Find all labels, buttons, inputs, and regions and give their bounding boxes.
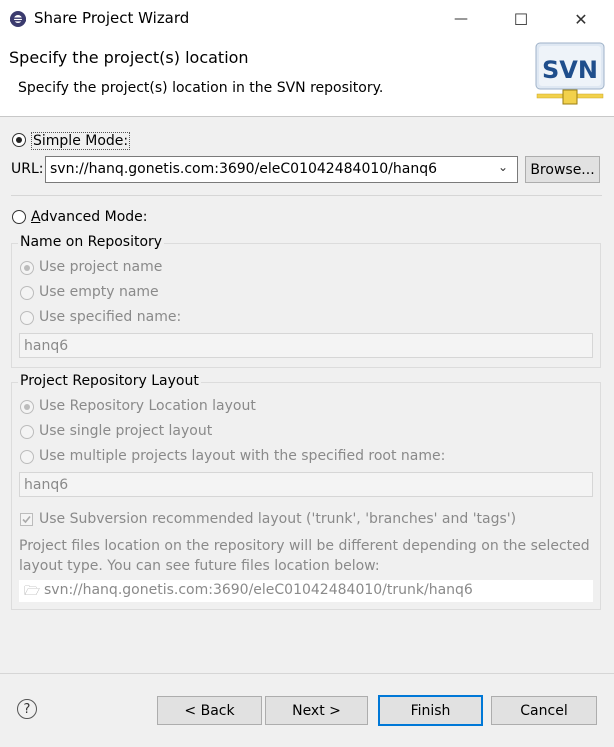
use-specified-name-radio[interactable] — [20, 311, 34, 325]
finish-button[interactable]: Finish — [378, 695, 483, 726]
eclipse-app-icon — [9, 10, 27, 28]
use-project-name-label[interactable]: Use project name — [39, 259, 162, 275]
next-button-label: Next > — [292, 702, 341, 719]
wizard-header: Specify the project(s) location Specify … — [0, 38, 614, 117]
minimize-button[interactable]: — — [438, 0, 484, 38]
simple-mode-radio[interactable] — [12, 133, 26, 147]
maximize-button[interactable]: ☐ — [498, 0, 544, 38]
use-single-project-label[interactable]: Use single project layout — [39, 423, 212, 439]
use-project-name-radio[interactable] — [20, 261, 34, 275]
browse-button[interactable]: Browse... — [525, 156, 600, 183]
window-title: Share Project Wizard — [34, 9, 190, 27]
minimize-icon: — — [454, 11, 468, 27]
specified-name-field[interactable]: hanq6 — [19, 333, 593, 358]
url-combobox[interactable]: svn://hanq.gonetis.com:3690/eleC01042484… — [45, 156, 518, 183]
repository-layout-title: Project Repository Layout — [18, 373, 201, 389]
use-single-project-radio[interactable] — [20, 425, 34, 439]
help-icon[interactable]: ? — [17, 699, 37, 719]
root-name-value: hanq6 — [24, 477, 69, 493]
name-on-repository-title: Name on Repository — [18, 234, 165, 250]
close-button[interactable]: ✕ — [558, 0, 604, 38]
subversion-layout-checkbox[interactable] — [20, 513, 33, 526]
use-repository-location-label[interactable]: Use Repository Location layout — [39, 398, 256, 414]
advanced-mode-label[interactable]: Advanced Mode: — [31, 209, 147, 225]
page-subtitle: Specify the project(s) location in the S… — [18, 80, 384, 96]
title-bar: Share Project Wizard — ☐ ✕ — [0, 0, 614, 38]
chevron-down-icon[interactable]: ⌄ — [498, 160, 508, 174]
checkmark-icon — [22, 515, 31, 524]
svn-logo-text: SVN — [542, 56, 598, 84]
separator — [11, 195, 602, 196]
maximize-icon: ☐ — [513, 9, 529, 29]
footer-separator — [0, 673, 614, 674]
future-location-description: Project files location on the repository… — [19, 538, 590, 574]
subversion-layout-label[interactable]: Use Subversion recommended layout ('trun… — [39, 511, 516, 527]
cancel-button[interactable]: Cancel — [491, 696, 597, 725]
url-label: URL: — [11, 161, 44, 177]
next-button[interactable]: Next > — [265, 696, 368, 725]
help-icon-symbol: ? — [23, 701, 31, 717]
back-button-label: < Back — [184, 702, 235, 719]
use-empty-name-label[interactable]: Use empty name — [39, 284, 159, 300]
specified-name-value: hanq6 — [24, 338, 69, 354]
advanced-mode-label-rest: dvanced Mode: — [40, 209, 148, 225]
back-button[interactable]: < Back — [157, 696, 262, 725]
use-multiple-projects-label[interactable]: Use multiple projects layout with the sp… — [39, 448, 445, 464]
close-icon: ✕ — [574, 9, 588, 29]
future-location-value: svn://hanq.gonetis.com:3690/eleC01042484… — [44, 582, 473, 598]
url-input-value[interactable]: svn://hanq.gonetis.com:3690/eleC01042484… — [50, 161, 437, 177]
use-empty-name-radio[interactable] — [20, 286, 34, 300]
simple-mode-label[interactable]: Simple Mode: — [31, 132, 131, 150]
svn-logo: SVN — [535, 42, 605, 106]
folder-icon: 🗁 — [24, 584, 41, 599]
use-specified-name-label[interactable]: Use specified name: — [39, 309, 181, 325]
future-location-field: 🗁 svn://hanq.gonetis.com:3690/eleC010424… — [19, 580, 593, 602]
cancel-button-label: Cancel — [520, 702, 568, 719]
browse-button-label: Browse... — [530, 161, 595, 178]
use-repository-location-radio[interactable] — [20, 400, 34, 414]
advanced-mode-radio[interactable] — [12, 210, 26, 224]
page-title: Specify the project(s) location — [9, 48, 249, 67]
use-multiple-projects-radio[interactable] — [20, 450, 34, 464]
root-name-field[interactable]: hanq6 — [19, 472, 593, 497]
finish-button-label: Finish — [410, 702, 451, 719]
